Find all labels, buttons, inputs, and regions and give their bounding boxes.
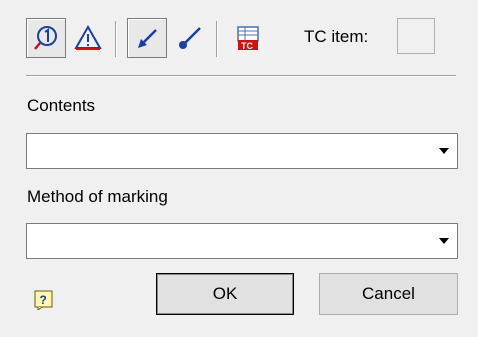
tc-table-button[interactable]: TC bbox=[228, 18, 268, 58]
tc-item-label: TC item: bbox=[304, 27, 369, 46]
method-of-marking-label: Method of marking bbox=[27, 187, 168, 206]
tc-item-field[interactable] bbox=[397, 18, 435, 54]
contents-dropdown-button[interactable] bbox=[432, 135, 456, 167]
warning-triangle-icon bbox=[74, 24, 102, 50]
tc-table-icon: TC bbox=[237, 26, 259, 51]
leader-arrow-button[interactable] bbox=[127, 18, 167, 58]
toolbar-separator bbox=[115, 21, 117, 57]
help-icon: ? bbox=[34, 290, 53, 311]
toolbar-separator bbox=[216, 21, 218, 57]
contents-combobox[interactable] bbox=[26, 133, 458, 169]
ok-button[interactable]: OK bbox=[156, 273, 294, 315]
cancel-button[interactable]: Cancel bbox=[319, 273, 458, 315]
svg-text:?: ? bbox=[40, 293, 47, 307]
method-of-marking-combobox[interactable] bbox=[26, 223, 458, 259]
svg-text:TC: TC bbox=[241, 41, 253, 51]
method-of-marking-dropdown-button[interactable] bbox=[432, 225, 456, 257]
roughness-symbol-icon bbox=[34, 26, 57, 50]
leader-arrow-icon bbox=[138, 29, 157, 48]
divider bbox=[26, 75, 456, 77]
contents-label: Contents bbox=[27, 96, 96, 115]
leader-dot-icon bbox=[179, 27, 201, 49]
chevron-down-icon bbox=[439, 238, 449, 244]
chevron-down-icon bbox=[439, 148, 449, 154]
leader-dot-button[interactable] bbox=[169, 18, 209, 58]
warning-triangle-button[interactable] bbox=[68, 18, 108, 58]
toolbar: TC TC item: bbox=[26, 18, 466, 62]
roughness-symbol-button[interactable] bbox=[26, 18, 66, 58]
help-button[interactable]: ? bbox=[34, 290, 54, 311]
